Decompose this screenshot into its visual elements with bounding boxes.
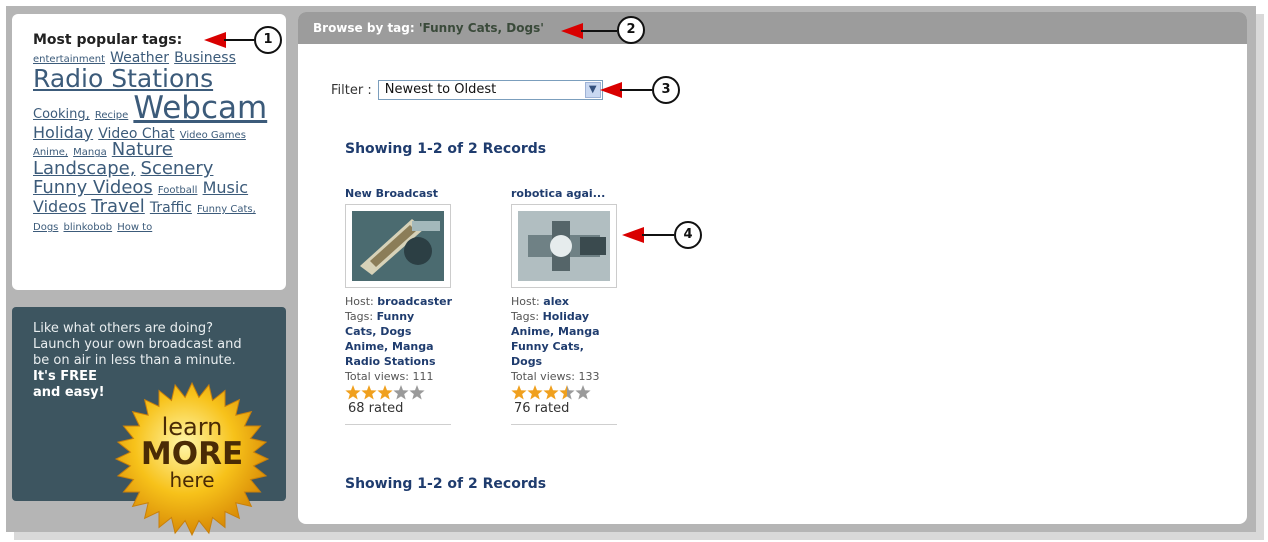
tag-link[interactable]: Funny <box>377 310 415 323</box>
promo-easy-text: and easy! <box>33 385 105 400</box>
host-link[interactable]: alex <box>543 295 569 308</box>
tag-link[interactable]: Anime, <box>33 147 68 159</box>
tag-link[interactable]: Anime, Manga <box>345 339 453 354</box>
browse-panel: Browse by tag: 'Funny Cats, Dogs' Filter… <box>298 12 1247 524</box>
tag-link[interactable]: Holiday <box>33 123 93 142</box>
chevron-down-icon[interactable]: ▼ <box>584 82 601 98</box>
broadcast-title-link[interactable]: robotica agai... <box>511 187 619 203</box>
tag-link[interactable]: Traffic <box>150 200 192 216</box>
tag-link[interactable]: Nature <box>112 139 173 160</box>
promo-line-1: Like what others are doing? <box>33 321 214 336</box>
tags-label: Tags: <box>511 310 540 323</box>
tag-link[interactable]: Funny Videos <box>33 177 153 198</box>
rating-count: 68 rated <box>348 401 404 416</box>
tag-link[interactable]: blinkobob <box>63 222 112 233</box>
rating-stars[interactable] <box>345 385 453 401</box>
broadcast-card: robotica agai... Host: alex Tags: Holida… <box>511 187 619 425</box>
records-count-top: Showing 1-2 of 2 Records <box>345 141 547 157</box>
promo-line-2: Launch your own broadcast and <box>33 337 242 352</box>
broadcast-card: New Broadcast Host: broadcaster Tags: Fu… <box>345 187 453 425</box>
tags-label: Tags: <box>345 310 374 323</box>
badge-here-text: here <box>169 468 215 492</box>
tag-link[interactable]: Video Games <box>180 130 246 141</box>
host-label: Host: <box>511 295 540 308</box>
filter-row: Filter : Newest to Oldest ▼ <box>331 80 603 100</box>
tag-link[interactable]: Dogs <box>511 354 619 369</box>
tag-link[interactable]: Football <box>158 185 198 196</box>
card-divider <box>511 424 617 425</box>
callout-1: 1 <box>254 26 282 54</box>
tag-link[interactable]: Cats, Dogs <box>345 324 453 339</box>
star-icon[interactable] <box>377 385 393 400</box>
star-icon[interactable] <box>559 385 575 400</box>
broadcast-thumbnail[interactable] <box>511 204 617 288</box>
star-icon[interactable] <box>575 385 591 400</box>
video-thumbnail-image <box>352 211 444 281</box>
tag-link[interactable]: Cooking, <box>33 107 90 122</box>
promo-panel: Like what others are doing? Launch your … <box>12 307 286 537</box>
callout-2: 2 <box>617 16 645 44</box>
callout-4: 4 <box>674 221 702 249</box>
star-icon[interactable] <box>345 385 361 400</box>
tag-cloud: entertainment Weather Business Radio Sta… <box>33 49 272 234</box>
popular-tags-panel: Most popular tags: entertainment Weather… <box>12 14 286 290</box>
rating-count: 76 rated <box>514 401 570 416</box>
filter-select[interactable]: Newest to Oldest ▼ <box>377 80 603 100</box>
broadcast-title-link[interactable]: New Broadcast <box>345 187 453 203</box>
star-icon[interactable] <box>409 385 425 400</box>
browse-header: Browse by tag: 'Funny Cats, Dogs' <box>298 12 1247 44</box>
filter-select-value: Newest to Oldest <box>384 82 497 97</box>
badge-more-text: MORE <box>140 436 244 472</box>
callout-arrow-icon <box>204 32 226 48</box>
tag-link[interactable]: Recipe <box>95 110 128 121</box>
tag-link[interactable]: How to <box>117 222 152 233</box>
records-count-bottom: Showing 1-2 of 2 Records <box>345 476 547 492</box>
callout-arrow-icon <box>600 82 622 98</box>
video-thumbnail-image <box>518 211 610 281</box>
learn-more-button[interactable]: learn MORE here <box>114 381 270 537</box>
star-icon[interactable] <box>511 385 527 400</box>
star-icon[interactable] <box>361 385 377 400</box>
broadcast-thumbnail[interactable] <box>345 204 451 288</box>
tag-link[interactable]: Travel <box>91 196 145 217</box>
tag-link[interactable]: Anime, Manga <box>511 324 619 339</box>
star-icon[interactable] <box>543 385 559 400</box>
total-views: Total views: 133 <box>511 370 600 383</box>
tag-link[interactable]: Radio Stations <box>345 354 453 369</box>
promo-free-text: It's FREE <box>33 369 97 384</box>
star-icon[interactable] <box>527 385 543 400</box>
tag-link[interactable]: Holiday <box>543 310 589 323</box>
tag-link[interactable]: Scenery <box>141 158 214 179</box>
card-divider <box>345 424 451 425</box>
tag-link[interactable]: Landscape, <box>33 158 135 179</box>
callout-arrow-icon <box>561 23 583 39</box>
star-icon[interactable] <box>393 385 409 400</box>
host-link[interactable]: broadcaster <box>377 295 452 308</box>
rating-stars[interactable] <box>511 385 619 401</box>
browse-header-prefix: Browse by tag: <box>313 21 415 35</box>
promo-line-3: be on air in less than a minute. <box>33 353 236 368</box>
filter-label: Filter : <box>331 82 372 98</box>
tag-link[interactable]: Funny Cats, <box>511 339 619 354</box>
tag-link[interactable]: Manga <box>73 147 107 159</box>
host-label: Host: <box>345 295 374 308</box>
tag-link[interactable]: Radio Stations <box>33 64 213 93</box>
callout-arrow-icon <box>622 227 644 243</box>
tag-link[interactable]: Webcam <box>133 90 267 126</box>
browse-header-tag: 'Funny Cats, Dogs' <box>418 21 544 35</box>
total-views: Total views: 111 <box>345 370 434 383</box>
callout-3: 3 <box>652 76 680 104</box>
